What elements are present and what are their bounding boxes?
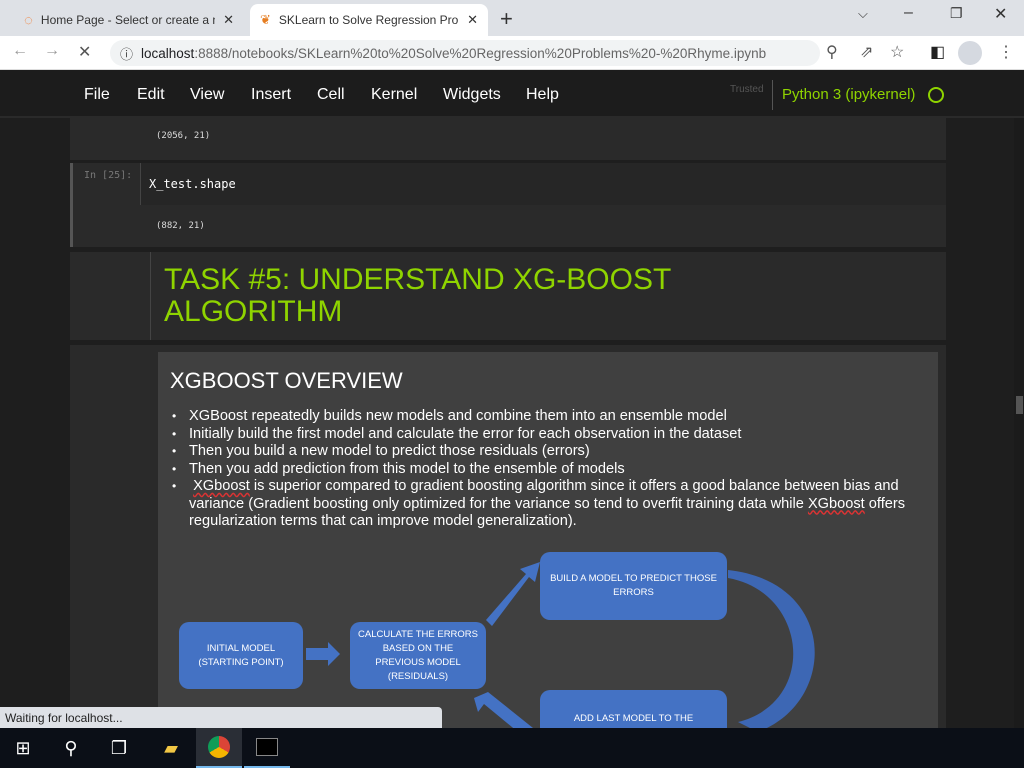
- cell-prompt: In [25]:: [84, 170, 133, 181]
- bookmark-star-icon[interactable]: ☆: [890, 42, 904, 62]
- trusted-indicator[interactable]: Trusted: [730, 84, 764, 95]
- arrow-up-right: [486, 562, 540, 626]
- tab-notebook[interactable]: ❦ SKLearn to Solve Regression Prob ✕: [250, 4, 488, 36]
- menu-edit[interactable]: Edit: [137, 86, 165, 104]
- terminal-icon[interactable]: [244, 728, 290, 768]
- tab-home[interactable]: ◌ Home Page - Select or create a n ✕: [14, 4, 244, 36]
- new-tab-button[interactable]: +: [500, 6, 513, 32]
- xgboost-slide-image: XGBOOST OVERVIEW XGBoost repeatedly buil…: [158, 352, 938, 750]
- menu-help[interactable]: Help: [526, 86, 559, 104]
- kernel-name[interactable]: Python 3 (ipykernel): [782, 86, 915, 103]
- markdown-heading-cell[interactable]: TASK #5: UNDERSTAND XG-BOOST ALGORITHM: [70, 252, 946, 340]
- arrow-curve-down: [728, 570, 815, 732]
- kernel-idle-icon: [928, 87, 944, 103]
- info-icon: ⓘ: [120, 46, 134, 62]
- minimize-button[interactable]: –: [904, 4, 913, 22]
- task-view-icon[interactable]: ❐: [96, 728, 142, 768]
- menu-widgets[interactable]: Widgets: [443, 86, 501, 104]
- share-icon[interactable]: ⇗: [860, 42, 873, 62]
- code-input[interactable]: X_test.shape: [140, 163, 946, 205]
- code-cell[interactable]: In [25]: X_test.shape (882, 21): [70, 163, 946, 247]
- status-bubble: Waiting for localhost...: [0, 707, 442, 728]
- back-icon[interactable]: ←: [12, 42, 28, 60]
- divider: [772, 80, 773, 110]
- zoom-icon[interactable]: ⚲: [826, 42, 838, 62]
- task-heading: TASK #5: UNDERSTAND XG-BOOST ALGORITHM: [164, 263, 671, 328]
- menu-cell[interactable]: Cell: [317, 86, 345, 104]
- box-calculate-errors: CALCULATE THE ERRORS BASED ON THE PREVIO…: [350, 622, 486, 689]
- arrow-right: [306, 642, 340, 666]
- profile-avatar[interactable]: [958, 41, 982, 65]
- menu-view[interactable]: View: [190, 86, 224, 104]
- side-panel-icon[interactable]: ◧: [930, 42, 945, 62]
- more-menu-icon[interactable]: ⋮: [998, 42, 1014, 62]
- python-logo-icon: ❦: [260, 12, 271, 27]
- box-initial-model: INITIAL MODEL (STARTING POINT): [179, 622, 303, 689]
- menu-file[interactable]: File: [84, 86, 110, 104]
- output-cell: (2056, 21): [70, 118, 946, 160]
- windows-start-icon[interactable]: ⊞: [0, 728, 46, 768]
- forward-icon[interactable]: →: [44, 42, 60, 60]
- close-window-button[interactable]: ✕: [994, 4, 1007, 24]
- close-tab-icon[interactable]: ✕: [467, 12, 478, 28]
- address-bar[interactable]: ⓘ localhost:8888/notebooks/SKLearn%20to%…: [110, 40, 820, 66]
- stop-loading-icon[interactable]: ✕: [78, 42, 91, 62]
- output-text: (882, 21): [156, 221, 205, 231]
- search-icon[interactable]: ⚲: [48, 728, 94, 768]
- file-explorer-icon[interactable]: ▰: [148, 728, 194, 768]
- scrollbar[interactable]: [1014, 118, 1024, 728]
- menu-insert[interactable]: Insert: [251, 86, 291, 104]
- arrow-up-left: [474, 692, 538, 732]
- scrollbar-thumb[interactable]: [1016, 396, 1023, 414]
- restore-button[interactable]: ❐: [950, 5, 963, 22]
- chrome-icon[interactable]: [196, 728, 242, 768]
- menu-kernel[interactable]: Kernel: [371, 86, 417, 104]
- output-text: (2056, 21): [156, 131, 211, 141]
- box-build-model: BUILD A MODEL TO PREDICT THOSE ERRORS: [540, 552, 727, 620]
- tab-search-icon[interactable]: ⌵: [858, 6, 868, 22]
- close-tab-icon[interactable]: ✕: [223, 12, 234, 28]
- jupyter-logo-icon: ◌: [24, 11, 33, 29]
